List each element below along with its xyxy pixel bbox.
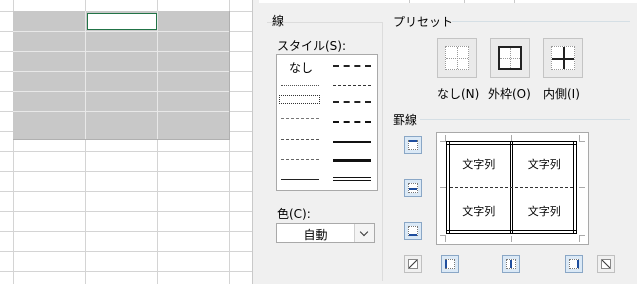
active-cell[interactable] bbox=[87, 13, 157, 30]
line-group-title: 線 bbox=[272, 14, 285, 28]
preview-cell: 文字列 bbox=[527, 158, 561, 172]
line-style-double[interactable] bbox=[333, 177, 371, 181]
line-style-label: スタイル(S): bbox=[277, 39, 347, 53]
line-style-dense-dashed[interactable] bbox=[281, 118, 319, 119]
line-style-medium[interactable] bbox=[333, 141, 371, 143]
border-right-button[interactable] bbox=[565, 255, 583, 273]
spreadsheet-grid[interactable] bbox=[0, 0, 252, 284]
border-top-button[interactable] bbox=[404, 136, 422, 154]
preset-inside-button[interactable] bbox=[543, 38, 583, 78]
border-diagonal-up-button[interactable] bbox=[404, 255, 422, 273]
preview-cell: 文字列 bbox=[462, 158, 496, 172]
line-style-medium-dash-dot-dot[interactable] bbox=[333, 65, 371, 67]
line-style-none[interactable]: なし bbox=[289, 59, 313, 76]
line-style-hairline[interactable] bbox=[281, 85, 319, 86]
preset-outline-button[interactable] bbox=[490, 38, 530, 78]
line-style-medium-dash-dot[interactable] bbox=[333, 101, 371, 103]
preset-none-label: なし(N) bbox=[437, 87, 480, 101]
preview-cell: 文字列 bbox=[462, 204, 496, 218]
line-color-value: 自動 bbox=[303, 228, 328, 242]
preview-cell: 文字列 bbox=[527, 204, 561, 218]
preset-outline-icon bbox=[498, 46, 522, 70]
preset-group-title: プリセット bbox=[393, 15, 454, 29]
line-style-dotted-selected[interactable] bbox=[279, 95, 320, 104]
chevron-down-icon[interactable] bbox=[354, 224, 374, 242]
preset-outline-label: 外枠(O) bbox=[488, 87, 531, 101]
border-group-title: 罫線 bbox=[393, 113, 418, 127]
border-inside-horizontal-button[interactable] bbox=[404, 179, 422, 197]
preset-none-icon bbox=[445, 46, 469, 70]
preset-none-button[interactable] bbox=[437, 38, 477, 78]
line-color-label: 色(C): bbox=[277, 207, 311, 221]
preview-area: 文字列 文字列 文字列 文字列 bbox=[446, 141, 577, 234]
preset-group-line bbox=[452, 21, 630, 22]
line-style-medium-dashed[interactable] bbox=[333, 121, 371, 123]
preset-inside-icon bbox=[551, 46, 575, 70]
line-style-dashed-thin[interactable] bbox=[281, 159, 319, 160]
line-style-thick[interactable] bbox=[333, 159, 371, 162]
border-diagonal-down-button[interactable] bbox=[597, 255, 615, 273]
line-style-dash-dot-dot[interactable] bbox=[281, 139, 319, 140]
border-group-line bbox=[420, 119, 630, 120]
selected-range[interactable] bbox=[13, 11, 230, 140]
border-bottom-button[interactable] bbox=[404, 222, 422, 240]
line-style-thin[interactable] bbox=[281, 179, 319, 180]
border-inside-vertical-button[interactable] bbox=[502, 255, 520, 273]
dialog-tab-strip bbox=[259, 0, 637, 3]
border-preview[interactable]: 文字列 文字列 文字列 文字列 bbox=[436, 132, 589, 245]
line-color-select[interactable]: 自動 bbox=[276, 223, 375, 243]
preset-inside-label: 内側(I) bbox=[543, 87, 580, 101]
border-left-button[interactable] bbox=[441, 255, 459, 273]
line-style-slant-dash-dot[interactable] bbox=[333, 85, 371, 86]
